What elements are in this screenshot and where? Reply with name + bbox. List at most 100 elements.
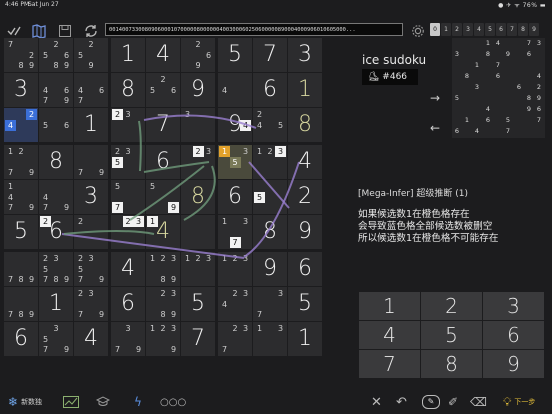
next-step-button[interactable]: 💡︎ 下一步 [503, 395, 535, 409]
grid-cell[interactable]: 24 5 [253, 108, 287, 142]
grid-cell[interactable]: 1 3 7 [218, 215, 252, 249]
grid-cell[interactable]: 7 [146, 108, 180, 142]
graduation-cap-icon[interactable] [96, 395, 110, 409]
grid-cell[interactable]: 1 [111, 38, 145, 72]
grid-cell[interactable]: 4 6 7 9 [39, 73, 73, 107]
grid-cell[interactable]: 4 [146, 38, 180, 72]
grid-cell[interactable]: 13 [253, 322, 287, 356]
grid-cell[interactable]: 94 [218, 108, 252, 142]
digit-filter-5[interactable]: 5 [485, 23, 495, 36]
digit-filter-4[interactable]: 4 [474, 23, 484, 36]
save-icon[interactable] [57, 23, 73, 39]
grid-cell[interactable]: 47 9 [39, 180, 73, 214]
grid-cell[interactable]: 5 [218, 38, 252, 72]
grid-cell[interactable]: 2 [288, 180, 322, 214]
pencil-mode-icon[interactable]: ✎ [422, 395, 440, 409]
pen-icon[interactable]: ✐ [448, 395, 458, 409]
grid-cell[interactable]: 123 [181, 252, 215, 286]
grid-cell[interactable]: 23 7 [218, 322, 252, 356]
keypad-key-6[interactable]: 6 [483, 321, 544, 349]
grid-cell[interactable]: 7 [181, 322, 215, 356]
grid-cell[interactable]: 9 [253, 252, 287, 286]
grid-cell[interactable]: 23 89 [146, 287, 180, 321]
grid-cell[interactable]: 3 [74, 180, 108, 214]
grid-cell[interactable]: 5 [4, 215, 38, 249]
grid-cell[interactable]: 37 [253, 287, 287, 321]
grid-cell[interactable]: 23 [181, 145, 215, 179]
grid-cell[interactable]: 1 [74, 108, 108, 142]
grid-cell[interactable]: 789 [4, 287, 38, 321]
keypad-key-9[interactable]: 9 [483, 350, 544, 378]
grid-cell[interactable]: 23 [111, 215, 145, 249]
grid-cell[interactable]: 62 [39, 215, 73, 249]
grid-cell[interactable]: 1 35 [218, 145, 252, 179]
grid-cell[interactable]: 9 [288, 215, 322, 249]
grid-cell[interactable]: 269 [181, 38, 215, 72]
grid-cell[interactable]: 23 [111, 108, 145, 142]
grid-cell[interactable]: 8 [39, 145, 73, 179]
arrow-left-icon[interactable]: ← [430, 121, 440, 135]
map-icon[interactable] [31, 23, 47, 39]
grid-cell[interactable]: 5 [181, 287, 215, 321]
lightning-icon[interactable]: ϟ [134, 395, 142, 409]
grid-cell[interactable]: 789 [4, 252, 38, 286]
grid-cell[interactable]: 23 7 9 [74, 287, 108, 321]
grid-cell[interactable]: 7 [253, 38, 287, 72]
grid-cell[interactable]: 123 89 [146, 252, 180, 286]
grid-cell[interactable]: 79 [74, 145, 108, 179]
digit-filter-6[interactable]: 6 [496, 23, 506, 36]
grid-cell[interactable]: 8 [111, 73, 145, 107]
keypad-key-5[interactable]: 5 [421, 321, 482, 349]
arrow-right-icon[interactable]: → [430, 91, 440, 105]
grid-cell[interactable] [181, 215, 215, 249]
grid-cell[interactable]: 41 [146, 215, 180, 249]
keypad-key-2[interactable]: 2 [421, 292, 482, 320]
grid-cell[interactable]: 5 [253, 180, 287, 214]
digit-filter-3[interactable]: 3 [463, 23, 473, 36]
keypad-key-7[interactable]: 7 [359, 350, 420, 378]
grid-cell[interactable]: 2 [74, 215, 108, 249]
grid-cell[interactable]: 5 [288, 287, 322, 321]
digit-filter-7[interactable]: 7 [507, 23, 517, 36]
grid-cell[interactable]: 4 [218, 73, 252, 107]
digit-filter-8[interactable]: 8 [518, 23, 528, 36]
grid-cell[interactable]: 123 [253, 145, 287, 179]
grid-cell[interactable]: 8 [288, 108, 322, 142]
check-pencil-icon[interactable] [6, 23, 22, 39]
grid-cell[interactable]: 6 [111, 287, 145, 321]
grid-cell[interactable]: 357 9 [39, 322, 73, 356]
undo-icon[interactable]: ↶ [396, 395, 407, 410]
grid-cell[interactable]: 25 689 [39, 38, 73, 72]
new-game-button[interactable]: ❄ 新数独 [8, 395, 42, 409]
chart-icon[interactable] [63, 395, 79, 409]
grid-cell[interactable]: 2357 9 [74, 252, 108, 286]
digit-filter-0[interactable]: 0 [430, 23, 440, 36]
more-icon[interactable]: ○○○ [160, 395, 186, 409]
keypad-key-4[interactable]: 4 [359, 321, 420, 349]
grid-cell[interactable]: 259 [74, 38, 108, 72]
grid-cell[interactable]: 235789 [39, 252, 73, 286]
grid-cell[interactable]: 8 [181, 180, 215, 214]
grid-cell[interactable]: 4 [74, 322, 108, 356]
grid-cell[interactable]: 1 [39, 287, 73, 321]
grid-cell[interactable]: 4 [111, 252, 145, 286]
settings-gear-icon[interactable] [410, 23, 426, 39]
grid-cell[interactable]: 7 289 [4, 38, 38, 72]
close-icon[interactable]: ✕ [371, 395, 382, 410]
puzzle-string-field[interactable]: 0014007330080906000107000008000000400300… [105, 23, 403, 36]
grid-cell[interactable]: 25 6 [146, 73, 180, 107]
grid-cell[interactable]: 235 [111, 145, 145, 179]
grid-cell[interactable]: 6 [253, 73, 287, 107]
grid-cell[interactable]: 3 [288, 38, 322, 72]
grid-cell[interactable]: 6 [4, 322, 38, 356]
grid-cell[interactable]: 3 [181, 108, 215, 142]
grid-cell[interactable]: 6 [146, 145, 180, 179]
grid-cell[interactable]: 1 [288, 322, 322, 356]
digit-filter-2[interactable]: 2 [452, 23, 462, 36]
digit-filter-1[interactable]: 1 [441, 23, 451, 36]
grid-cell[interactable]: 24 [4, 108, 38, 142]
keypad-key-8[interactable]: 8 [421, 350, 482, 378]
grid-cell[interactable]: 123 9 [146, 322, 180, 356]
grid-cell[interactable]: 3 7 9 [111, 322, 145, 356]
grid-cell[interactable]: 9 [181, 73, 215, 107]
